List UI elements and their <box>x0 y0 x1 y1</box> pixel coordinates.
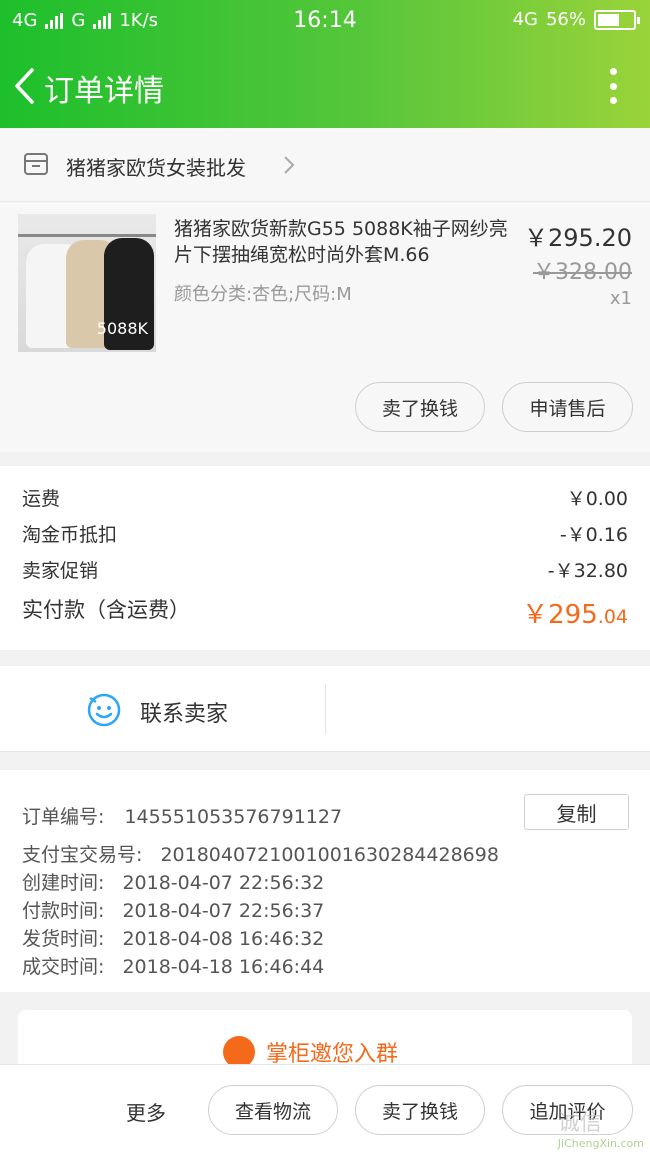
watermark-text: 诚信 <box>557 1111 602 1136</box>
fee-value: -￥0.16 <box>559 524 628 546</box>
total-label: 实付款（含运费） <box>22 598 190 622</box>
more-button[interactable]: 更多 <box>126 1097 166 1126</box>
more-menu-icon[interactable] <box>608 68 618 104</box>
fee-value: -￥32.80 <box>547 560 628 582</box>
sell-button[interactable]: 卖了换钱 <box>355 382 485 432</box>
view-logistics-button[interactable]: 查看物流 <box>208 1085 338 1135</box>
store-icon <box>24 153 48 175</box>
product-price: ￥295.20 <box>524 224 632 252</box>
order-info: 订单编号: 145551053576791127 复制 支付宝交易号: 2018… <box>0 770 650 992</box>
chevron-right-icon <box>284 156 295 174</box>
alipay-number-row: 支付宝交易号: 2018040721001001630284428698 <box>22 840 499 867</box>
product-original-price: ￥328.00 <box>533 260 632 285</box>
order-number: 145551053576791127 <box>124 806 343 828</box>
info-value: 2018-04-08 16:46:32 <box>122 928 325 950</box>
network-label-3: 4G <box>512 9 538 30</box>
total-main: ￥295 <box>522 600 598 630</box>
fee-summary: 运费 ￥0.00 淘金币抵扣 -￥0.16 卖家促销 -￥32.80 实付款（含… <box>0 466 650 650</box>
info-row: 付款时间: 2018-04-07 22:56:37 <box>22 896 324 923</box>
info-label: 创建时间: <box>22 872 105 894</box>
total-row: 实付款（含运费） ￥295.04 <box>0 594 650 630</box>
fee-row: 淘金币抵扣 -￥0.16 <box>0 520 650 550</box>
product-image[interactable]: 5088K <box>18 214 156 352</box>
nav-bar: 订单详情 <box>0 42 650 128</box>
fee-row: 卖家促销 -￥32.80 <box>0 556 650 586</box>
info-label: 支付宝交易号: <box>22 844 143 866</box>
info-label: 付款时间: <box>22 900 105 922</box>
fee-label: 运费 <box>22 488 61 510</box>
status-bar: 4G G 1K/s 16:14 4G 56% <box>0 0 650 42</box>
order-number-row: 订单编号: 145551053576791127 <box>22 802 342 829</box>
contact-seller-button[interactable]: 联系卖家 <box>0 666 325 752</box>
product-title[interactable]: 猪猪家欧货新款G55 5088K袖子网纱亮片下摆抽绳宽松时尚外套M.66 <box>174 216 514 268</box>
total-cents: .04 <box>597 606 628 628</box>
shop-row[interactable]: 猪猪家欧货女装批发 <box>0 128 650 202</box>
info-row: 发货时间: 2018-04-08 16:46:32 <box>22 924 324 951</box>
info-label: 订单编号: <box>22 806 105 828</box>
fee-label: 卖家促销 <box>22 560 99 582</box>
after-sale-button[interactable]: 申请售后 <box>502 382 633 432</box>
info-value: 2018-04-07 22:56:37 <box>122 900 325 922</box>
alipay-number: 2018040721001001630284428698 <box>160 844 499 866</box>
product-quantity: x1 <box>609 288 632 309</box>
page-title: 订单详情 <box>44 74 164 109</box>
copy-button[interactable]: 复制 <box>524 794 629 830</box>
image-watermark: 5088K <box>96 319 148 338</box>
chat-smile-icon <box>87 693 121 727</box>
contact-seller-label: 联系卖家 <box>140 702 229 727</box>
fee-label: 淘金币抵扣 <box>22 524 118 546</box>
fee-value: ￥0.00 <box>566 488 628 510</box>
total-value: ￥295.04 <box>522 594 628 631</box>
bottom-action-bar: 更多 查看物流 卖了换钱 追加评价 诚信 JiChengXin.com <box>0 1064 650 1155</box>
sell-button-bottom[interactable]: 卖了换钱 <box>355 1085 485 1135</box>
battery-percent: 56% <box>545 9 586 30</box>
info-label: 发货时间: <box>22 928 105 950</box>
watermark-sub: JiChengXin.com <box>557 1137 644 1150</box>
info-value: 2018-04-07 22:56:32 <box>122 872 325 894</box>
fee-row: 运费 ￥0.00 <box>0 484 650 514</box>
info-value: 2018-04-18 16:46:44 <box>122 956 325 978</box>
battery-icon <box>594 9 640 30</box>
product-spec: 颜色分类:杏色;尺码:M <box>174 284 352 305</box>
contact-section: 联系卖家 <box>0 666 650 752</box>
watermark-logo: 诚信 JiChengXin.com <box>558 1105 644 1150</box>
product-card: 5088K 猪猪家欧货新款G55 5088K袖子网纱亮片下摆抽绳宽松时尚外套M.… <box>0 202 650 452</box>
divider <box>325 684 326 734</box>
info-row: 成交时间: 2018-04-18 16:46:44 <box>22 952 324 979</box>
info-row: 创建时间: 2018-04-07 22:56:32 <box>22 868 324 895</box>
shop-name: 猪猪家欧货女装批发 <box>66 156 246 180</box>
status-right: 4G 56% <box>512 9 640 30</box>
app-header: 4G G 1K/s 16:14 4G 56% 订单详情 <box>0 0 650 128</box>
back-arrow-icon[interactable] <box>12 66 38 106</box>
info-label: 成交时间: <box>22 956 105 978</box>
